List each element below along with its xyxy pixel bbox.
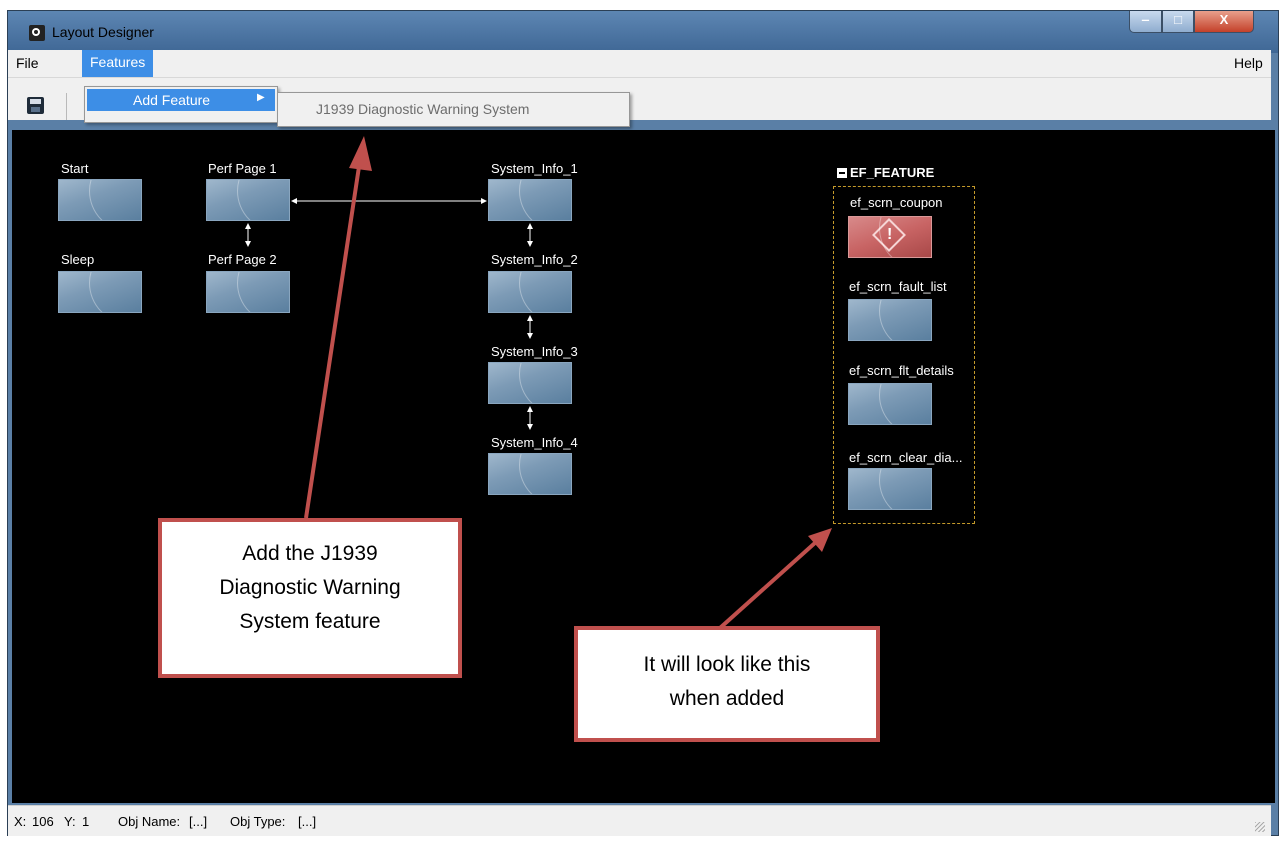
screen-label-perf-page-1: Perf Page 1 [208,161,277,176]
status-y-value: 1 [82,814,90,829]
screen-thumb-system-info-3[interactable] [488,362,572,404]
screen-thumb-start[interactable] [58,179,142,221]
callout-line: It will look like this [643,653,811,676]
status-obj-type-value: [...] [298,814,317,829]
status-obj-name-value: [...] [189,814,208,829]
title-bar[interactable]: Layout Designer ‒ □ X [8,11,1278,53]
menu-file[interactable]: File [8,53,47,73]
menu-bar: File Features Help [8,50,1271,78]
feature-screen-label-clear-dia: ef_scrn_clear_dia... [849,450,963,465]
maximize-button[interactable]: □ [1162,11,1194,33]
app-logo-icon [29,25,45,41]
close-button[interactable]: X [1194,11,1254,33]
screen-label-start: Start [61,161,89,176]
screen-thumb-perf-page-1[interactable] [206,179,290,221]
menu-item-add-feature[interactable]: Add Feature ▶ [87,89,275,111]
collapse-icon[interactable] [837,168,847,178]
window-title: Layout Designer [52,24,154,40]
minimize-button[interactable]: ‒ [1129,11,1162,33]
callout-line: System feature [239,610,381,633]
features-dropdown: Add Feature ▶ [84,86,278,123]
maximize-icon: □ [1174,12,1182,27]
submenu-arrow-icon: ▶ [257,92,265,103]
feature-screen-label-fault-list: ef_scrn_fault_list [849,279,947,294]
screen-label-system-info-1: System_Info_1 [491,161,578,176]
callout-line: when added [669,687,785,710]
status-x-label: X: [14,814,27,829]
screen-thumb-perf-page-2[interactable] [206,271,290,313]
callout-line: Diagnostic Warning [219,576,401,599]
screen-label-system-info-2: System_Info_2 [491,252,578,267]
save-icon[interactable] [27,97,44,114]
screen-label-sleep: Sleep [61,252,95,267]
feature-screen-label-coupon: ef_scrn_coupon [850,195,943,210]
status-x-value: 106 [32,814,54,829]
warning-icon: ! [887,226,893,243]
screen-thumb-system-info-4[interactable] [488,453,572,495]
screen-thumb-system-info-2[interactable] [488,271,572,313]
callout-line: Add the J1939 [242,542,378,565]
add-feature-flyout: J1939 Diagnostic Warning System [277,92,630,127]
screen-thumb-system-info-1[interactable] [488,179,572,221]
resize-grip-icon[interactable] [1255,822,1265,832]
screen-label-system-info-3: System_Info_3 [491,344,578,359]
status-obj-type-label: Obj Type: [230,814,286,829]
screen-thumb-sleep[interactable] [58,271,142,313]
menu-item-j1939-diagnostic-warning-system[interactable]: J1939 Diagnostic Warning System [316,101,529,117]
menu-features[interactable]: Features [82,50,154,77]
status-obj-name-label: Obj Name: [118,814,181,829]
minimize-icon: ‒ [1141,12,1150,27]
feature-screen-thumb-fault-list[interactable] [848,299,932,341]
feature-screen-thumb-flt-details[interactable] [848,383,932,425]
feature-screen-label-flt-details: ef_scrn_flt_details [849,363,954,378]
screen-label-perf-page-2: Perf Page 2 [208,252,277,267]
status-bar: X: 106 Y: 1 Obj Name: [...] Obj Type: [.… [8,805,1271,836]
feature-group-title: EF_FEATURE [850,165,935,180]
callout-look-like: It will look like this when added [574,626,880,742]
status-y-label: Y: [64,814,76,829]
feature-screen-thumb-clear-dia[interactable] [848,468,932,510]
callout-add-feature: Add the J1939 Diagnostic Warning System … [158,518,462,678]
add-feature-label: Add Feature [133,92,211,108]
toolbar-separator [66,93,67,120]
feature-screen-thumb-coupon[interactable]: ! [848,216,932,258]
warning-diamond-icon [872,218,906,252]
menu-help[interactable]: Help [1226,53,1271,73]
feature-group-header[interactable]: EF_FEATURE [837,165,934,180]
screen-label-system-info-4: System_Info_4 [491,435,578,450]
close-icon: X [1219,12,1229,27]
